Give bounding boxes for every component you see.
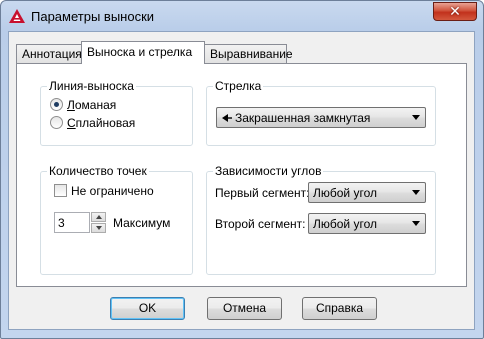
points-title: Количество точек bbox=[47, 164, 149, 178]
chevron-down-icon bbox=[412, 190, 420, 195]
window-title: Параметры выноски bbox=[31, 9, 155, 24]
arrow-up-icon bbox=[96, 215, 102, 219]
max-points-value: 3 bbox=[58, 216, 65, 230]
tab-annotation[interactable]: Аннотация bbox=[16, 44, 82, 63]
tab-alignment[interactable]: Выравнивание bbox=[204, 44, 293, 63]
first-segment-label: Первый сегмент: bbox=[215, 186, 310, 200]
ok-button[interactable]: OK bbox=[110, 297, 185, 320]
max-points-stepper[interactable] bbox=[91, 212, 106, 233]
radio-spline-label[interactable]: Сплайновая bbox=[67, 116, 135, 130]
leader-line-title: Линия-выноска bbox=[47, 79, 136, 93]
dialog-window: Параметры выноски ✕ Аннотация Выноска и … bbox=[0, 0, 484, 339]
second-segment-select[interactable]: Любой угол bbox=[308, 213, 426, 234]
help-button[interactable]: Справка bbox=[302, 297, 377, 320]
unlimited-checkbox[interactable] bbox=[54, 184, 67, 197]
autocad-logo-icon bbox=[9, 9, 25, 23]
filled-closed-arrow-icon bbox=[222, 114, 232, 122]
arrow-type-value: Закрашенная замкнутая bbox=[235, 111, 371, 125]
arrow-title: Стрелка bbox=[213, 79, 264, 93]
arrow-type-select[interactable]: Закрашенная замкнутая bbox=[216, 107, 426, 128]
leader-line-group: Линия-выноска Ломаная Сплайновая bbox=[40, 79, 193, 146]
angle-constraints-title: Зависимости углов bbox=[213, 164, 324, 178]
title-bar[interactable]: Параметры выноски ✕ bbox=[1, 1, 483, 31]
arrow-down-icon bbox=[96, 226, 102, 230]
radio-spline[interactable] bbox=[50, 116, 63, 129]
first-segment-select[interactable]: Любой угол bbox=[308, 182, 426, 203]
arrow-group: Стрелка Закрашенная замкнутая bbox=[206, 79, 436, 146]
unlimited-label[interactable]: Не ограничено bbox=[71, 184, 154, 198]
first-segment-value: Любой угол bbox=[313, 186, 377, 200]
second-segment-value: Любой угол bbox=[313, 217, 377, 231]
cancel-button[interactable]: Отмена bbox=[207, 297, 282, 320]
stepper-down-button[interactable] bbox=[91, 223, 106, 233]
tab-panel-leader-and-arrow: Линия-выноска Ломаная Сплайновая Стрелка… bbox=[16, 63, 467, 287]
tab-leader-and-arrow[interactable]: Выноска и стрелка bbox=[81, 41, 205, 64]
max-points-label: Максимум bbox=[113, 216, 171, 230]
close-button[interactable]: ✕ bbox=[433, 2, 477, 21]
max-points-input[interactable]: 3 bbox=[54, 212, 90, 233]
points-group: Количество точек Не ограничено 3 Максиму… bbox=[40, 164, 193, 275]
second-segment-label: Второй сегмент: bbox=[215, 217, 306, 231]
dialog-client-area: Аннотация Выноска и стрелка Выравнивание… bbox=[8, 31, 475, 330]
radio-polyline-label[interactable]: Ломаная bbox=[67, 98, 116, 112]
close-icon: ✕ bbox=[449, 3, 461, 19]
stepper-up-button[interactable] bbox=[91, 212, 106, 222]
chevron-down-icon bbox=[412, 115, 420, 120]
chevron-down-icon bbox=[412, 221, 420, 226]
radio-polyline[interactable] bbox=[50, 98, 63, 111]
angle-constraints-group: Зависимости углов Первый сегмент: Любой … bbox=[206, 164, 436, 275]
